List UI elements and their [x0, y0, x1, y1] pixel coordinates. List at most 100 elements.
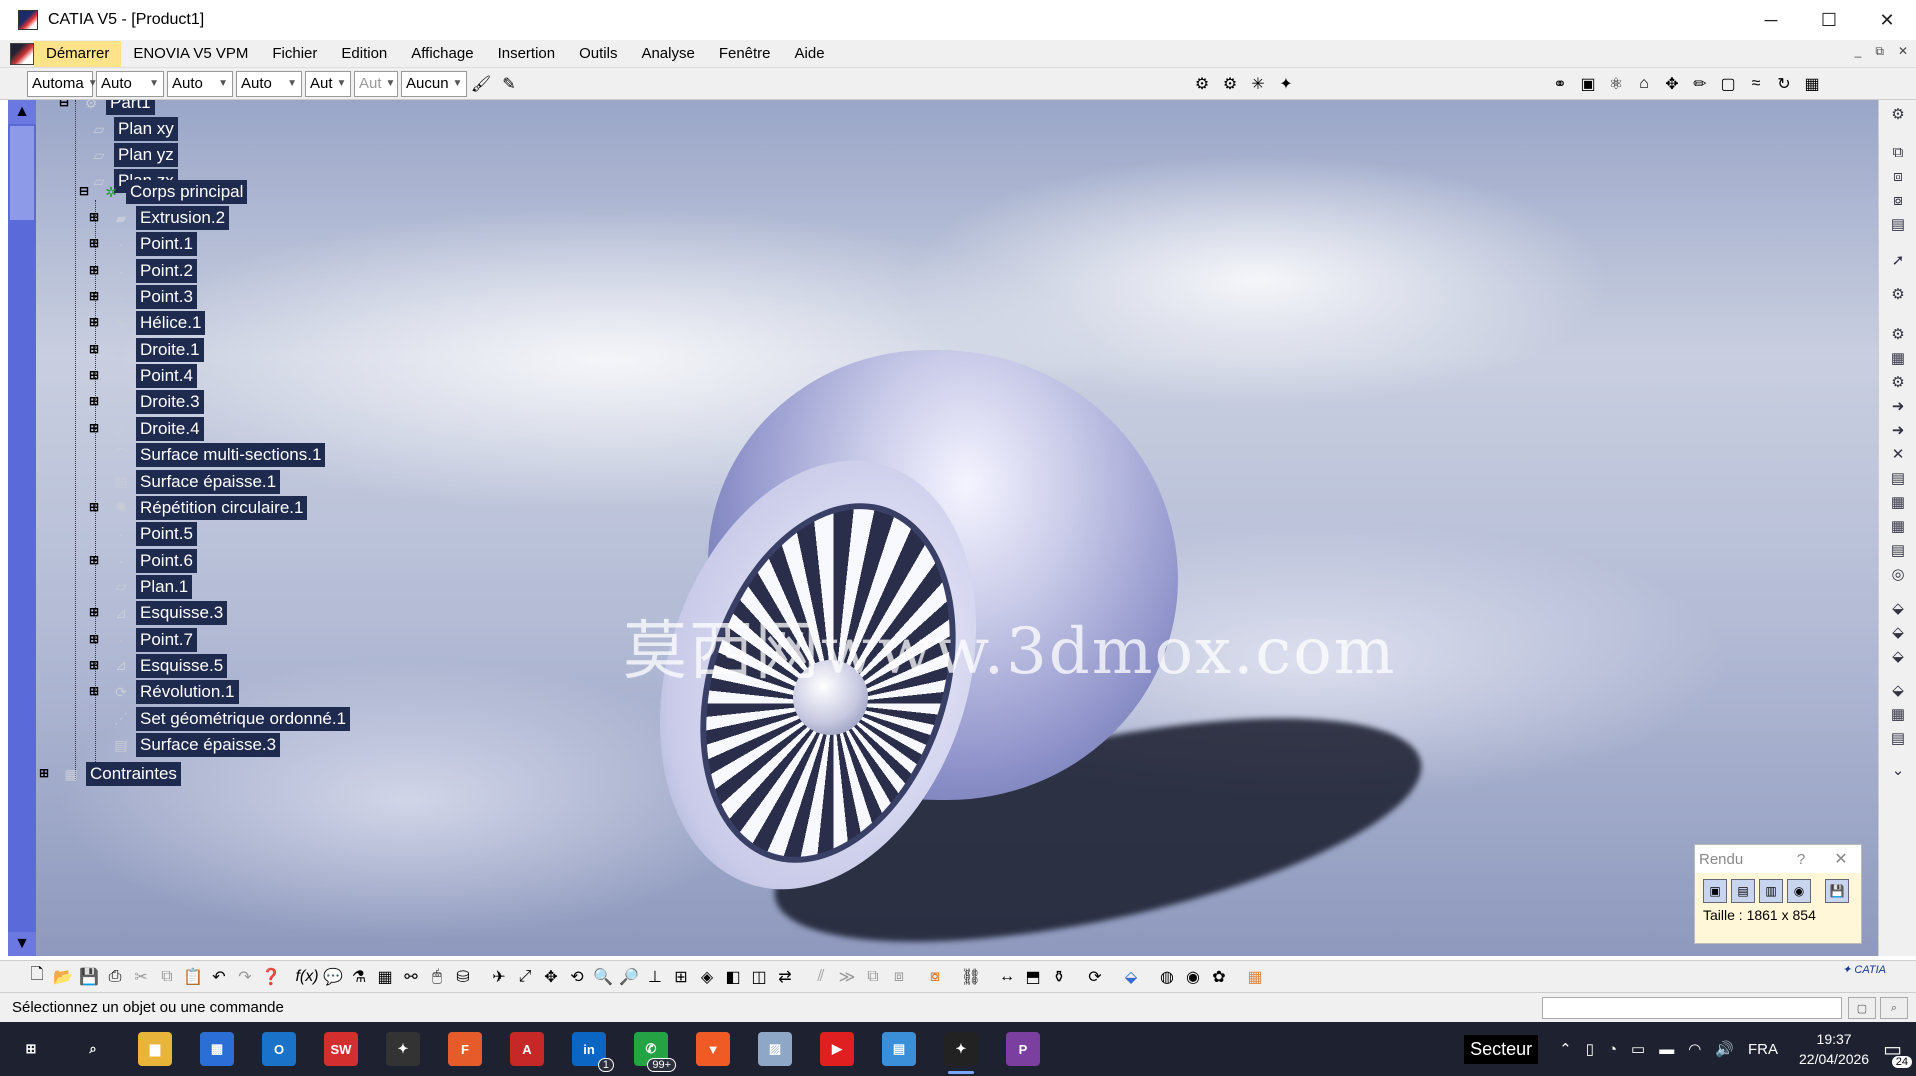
- expand-icon[interactable]: ⊞: [88, 316, 100, 329]
- pan-icon[interactable]: ✥: [539, 965, 563, 989]
- pdf-icon[interactable]: P: [992, 1022, 1054, 1076]
- material-icon[interactable]: ✿: [1207, 965, 1231, 989]
- youtube-icon[interactable]: ▶: [806, 1022, 868, 1076]
- expand-icon[interactable]: ⊞: [88, 395, 100, 408]
- tree-node-plan-1[interactable]: ▱ Plan.1: [88, 574, 193, 600]
- close-button[interactable]: ✕: [1858, 0, 1916, 40]
- collapse-icon[interactable]: ⊟: [78, 185, 90, 198]
- assembly-icon[interactable]: ⧉: [861, 965, 885, 989]
- fusion-icon[interactable]: F: [434, 1022, 496, 1076]
- expand-icon[interactable]: ⊞: [88, 659, 100, 672]
- store-icon[interactable]: ▦: [186, 1022, 248, 1076]
- wifi-icon[interactable]: ◠: [1688, 1040, 1701, 1058]
- update-icon[interactable]: ⬙: [1886, 678, 1910, 702]
- tree-node-surface-epaisse-1[interactable]: ▤ Surface épaisse.1: [88, 469, 281, 495]
- rotate-icon[interactable]: ⟲: [565, 965, 589, 989]
- scene-icon[interactable]: ✕: [1886, 442, 1910, 466]
- expand-icon[interactable]: ⊞: [38, 767, 50, 780]
- tree-node-part[interactable]: ⊟ ⚙ Part1: [58, 100, 155, 116]
- notifications-icon[interactable]: ▭ 24: [1883, 1037, 1912, 1068]
- command-search-button[interactable]: ⌕: [1880, 997, 1908, 1019]
- tree-node-droite-4[interactable]: ⊞ ╱ Droite.4: [88, 416, 204, 442]
- bom-icon[interactable]: ▦: [1886, 490, 1910, 514]
- undo-icon[interactable]: ↶: [207, 965, 231, 989]
- fit-all-icon[interactable]: ⤢: [513, 965, 537, 989]
- catalog-icon[interactable]: ⛁: [451, 965, 475, 989]
- property-combo-2[interactable]: Auto ▼: [96, 70, 164, 97]
- expand-icon[interactable]: ⊞: [88, 290, 100, 303]
- tree-node-set-geometrique-ordonne-1[interactable]: ⋰ Set géométrique ordonné.1: [88, 706, 351, 732]
- grid-icon[interactable]: ▦: [1800, 72, 1824, 96]
- swap-space-icon[interactable]: ⇄: [773, 965, 797, 989]
- tree-node-point-4[interactable]: ⊞ · Point.4: [88, 363, 197, 389]
- tree-node-point-6[interactable]: ⊞ · Point.6: [88, 548, 197, 574]
- secteur-label[interactable]: Secteur: [1464, 1034, 1539, 1064]
- expand-icon[interactable]: ⊞: [88, 606, 100, 619]
- formula-icon[interactable]: f(x): [295, 965, 319, 989]
- select-compass-icon[interactable]: ⚙: [1190, 72, 1214, 96]
- paste-icon[interactable]: 📋: [181, 965, 205, 989]
- menu-analyse[interactable]: Analyse: [629, 41, 706, 67]
- outlook-icon[interactable]: O: [248, 1022, 310, 1076]
- sphere-icon[interactable]: ◍: [1155, 965, 1179, 989]
- measure-item-icon[interactable]: ⬒: [1021, 965, 1045, 989]
- zoom-out-icon[interactable]: 🔎: [617, 965, 641, 989]
- normal-view-icon[interactable]: ⊥: [643, 965, 667, 989]
- start-icon[interactable]: ⊞: [0, 1022, 62, 1076]
- save-icon[interactable]: 💾: [77, 965, 101, 989]
- tree-node-corps-principal[interactable]: ⊟ ✲ Corps principal: [78, 179, 248, 205]
- replace-icon[interactable]: ➜: [1886, 418, 1910, 442]
- menu-insertion[interactable]: Insertion: [486, 41, 568, 67]
- copy-geometry-icon[interactable]: ⧉: [1886, 140, 1910, 164]
- property-combo-4[interactable]: Auto ▼: [236, 70, 302, 97]
- rendu-close-button[interactable]: ✕: [1821, 849, 1861, 869]
- autocad-icon[interactable]: A: [496, 1022, 558, 1076]
- menu-aide[interactable]: Aide: [783, 41, 837, 67]
- tree-node-point-7[interactable]: ⊞ · Point.7: [88, 627, 197, 653]
- insert-icon[interactable]: ➜: [1886, 394, 1910, 418]
- terminal-icon[interactable]: ▤: [868, 1022, 930, 1076]
- scroll-up-button[interactable]: ▲: [8, 100, 36, 124]
- open-file-icon[interactable]: 📂: [51, 965, 75, 989]
- hide-show-icon[interactable]: ◫: [747, 965, 771, 989]
- reorder-icon[interactable]: ▦: [1886, 702, 1910, 726]
- analysis-icon[interactable]: ◎: [1886, 562, 1910, 586]
- camera-icon[interactable]: ◉: [1787, 879, 1811, 903]
- minimize-button[interactable]: ─: [1742, 0, 1800, 40]
- menu-d-marrer[interactable]: Démarrer: [34, 40, 122, 67]
- measure-icon[interactable]: ⛓: [959, 965, 983, 989]
- wave-icon[interactable]: ≈: [1744, 72, 1768, 96]
- tree-icon[interactable]: ⚯: [399, 965, 423, 989]
- tree-node-esquisse-3[interactable]: ⊞ ⊿ Esquisse.3: [88, 600, 228, 626]
- gear-settings-icon[interactable]: ⚙: [1886, 102, 1910, 126]
- tree-node-helice-1[interactable]: ⊞ ∿ Hélice.1: [88, 310, 206, 336]
- tree-node-extrusion-2[interactable]: ⊞ ▰ Extrusion.2: [88, 205, 230, 231]
- brave-icon[interactable]: ▼: [682, 1022, 744, 1076]
- graphic-properties-icon[interactable]: ✎: [497, 72, 521, 96]
- more-icon[interactable]: ⌄: [1886, 758, 1910, 782]
- manipulation-icon[interactable]: ✦: [1274, 72, 1298, 96]
- snap-icon[interactable]: ⚙: [1218, 72, 1242, 96]
- expand-icon[interactable]: ⊞: [88, 633, 100, 646]
- clock[interactable]: 19:37 22/04/2026: [1799, 1029, 1869, 1069]
- property-combo-1[interactable]: Automa ▼: [27, 70, 98, 97]
- chevron-up-icon[interactable]: ⌃: [1559, 1040, 1572, 1058]
- select-arrow-icon[interactable]: ➚: [1886, 248, 1910, 272]
- comment-icon[interactable]: 💬: [321, 965, 345, 989]
- tree-node-surface-epaisse-3[interactable]: ▤ Surface épaisse.3: [88, 732, 281, 758]
- cube-icon[interactable]: ▣: [1576, 72, 1600, 96]
- fly-mode-icon[interactable]: ✈: [487, 965, 511, 989]
- toolbox-icon[interactable]: ⧇: [923, 965, 947, 989]
- maximize-button[interactable]: ☐: [1800, 0, 1858, 40]
- expand-icon[interactable]: ⊞: [88, 369, 100, 382]
- menu-enovia-v5-vpm[interactable]: ENOVIA V5 VPM: [121, 41, 260, 67]
- property-combo-7[interactable]: Aucun ▼: [401, 70, 467, 97]
- monitor-icon[interactable]: ▭: [1631, 1040, 1645, 1058]
- table-icon[interactable]: ▦: [373, 965, 397, 989]
- shape-icon[interactable]: ⧇: [1886, 188, 1910, 212]
- cycle-icon[interactable]: ⟳: [1083, 965, 1107, 989]
- split-icon[interactable]: ⫽: [809, 965, 833, 989]
- tree-node-repetition-circulaire-1[interactable]: ⊞ ✺ Répétition circulaire.1: [88, 495, 308, 521]
- property-combo-3[interactable]: Auto ▼: [167, 70, 233, 97]
- linkedin-icon[interactable]: in 1: [558, 1022, 620, 1076]
